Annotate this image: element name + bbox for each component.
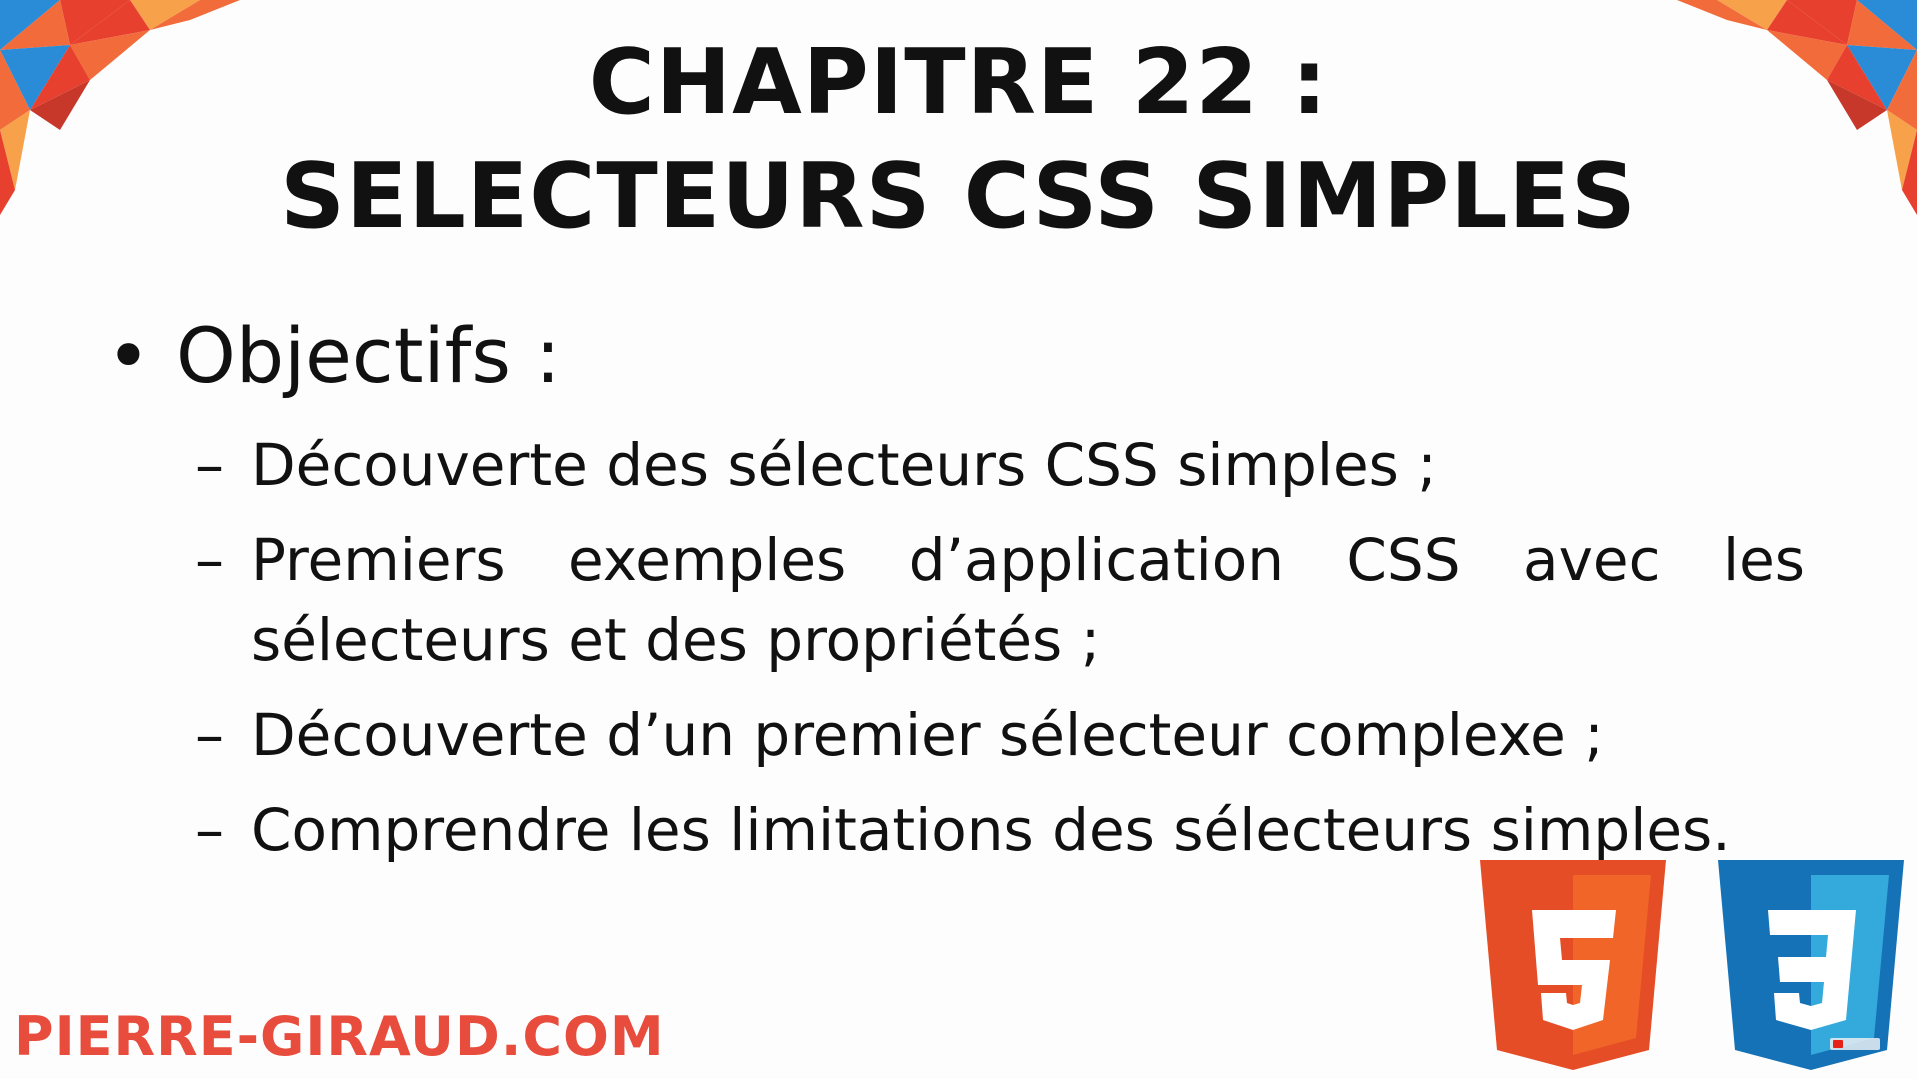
objectives-heading: • Objectifs : xyxy=(106,318,561,394)
slide: CHAPITRE 22 : SELECTEURS CSS SIMPLES • Ob… xyxy=(0,0,1917,1079)
bullet-icon: • xyxy=(106,311,151,400)
site-url: PIERRE-GIRAUD.COM xyxy=(14,1005,665,1068)
objectives-label: Objectifs : xyxy=(176,311,561,400)
css3-logo-icon xyxy=(1718,860,1904,1070)
objective-item-2: – Premiers exemples d’application CSS av… xyxy=(195,520,1805,680)
dash-icon: – xyxy=(195,796,224,864)
objective-item-text: Comprendre les limitations des sélecteur… xyxy=(251,796,1731,864)
dash-icon: – xyxy=(195,526,224,594)
dash-icon: – xyxy=(195,431,224,499)
objective-item-3: – Découverte d’un premier sélecteur comp… xyxy=(195,695,1805,775)
slide-title-line-2: SELECTEURS CSS SIMPLES xyxy=(280,144,1637,249)
objective-item-text: Découverte d’un premier sélecteur comple… xyxy=(251,701,1604,769)
objective-item-text: Découverte des sélecteurs CSS simples ; xyxy=(251,431,1437,499)
objective-item-4: – Comprendre les limitations des sélecte… xyxy=(195,790,1805,870)
dash-icon: – xyxy=(195,701,224,769)
html5-logo-icon xyxy=(1480,860,1666,1070)
objective-item-1: – Découverte des sélecteurs CSS simples … xyxy=(195,425,1805,505)
slide-title-line-1: CHAPITRE 22 : xyxy=(588,30,1329,135)
objective-item-text: Premiers exemples d’application CSS avec… xyxy=(251,526,1805,674)
